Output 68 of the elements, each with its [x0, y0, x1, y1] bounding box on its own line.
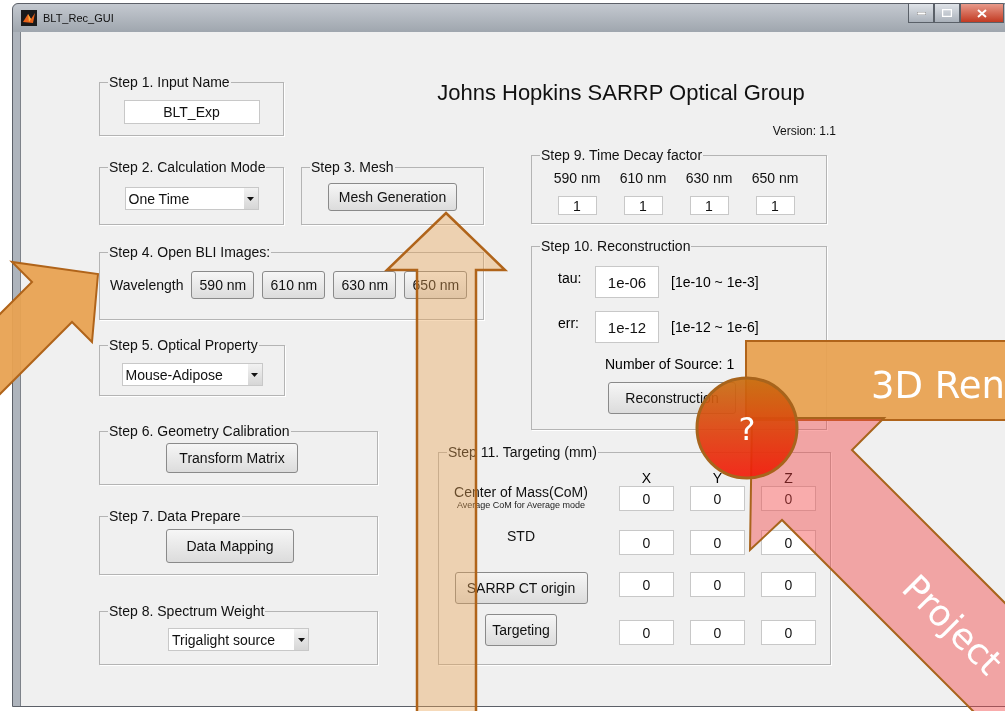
wavelength-button[interactable]: 590 nm	[191, 271, 255, 299]
axis-label: Z	[783, 470, 794, 486]
panel-title: Step 7. Data Prepare	[108, 508, 242, 524]
caret-icon	[247, 196, 254, 201]
wavelength-label: Wavelength	[110, 277, 184, 293]
wavelength-button[interactable]: 610 nm	[262, 271, 326, 299]
param-label: err:	[558, 315, 580, 331]
coordinate-field[interactable]: 0	[690, 620, 745, 645]
coordinate-field[interactable]: 0	[761, 620, 816, 645]
coordinate-field[interactable]: 0	[690, 572, 745, 597]
param-label: tau:	[558, 270, 583, 286]
name-field[interactable]: BLT_Exp	[123, 100, 260, 124]
panel-title: Step 3. Mesh	[310, 159, 395, 175]
coordinate-field[interactable]: 0	[619, 620, 674, 645]
decay-field[interactable]: 1	[755, 196, 795, 215]
coordinate-field[interactable]: 0	[619, 572, 674, 597]
mesh-button[interactable]: Mesh Generation	[328, 183, 457, 211]
dropdown[interactable]: Trigalight source	[168, 628, 309, 651]
axis-label: X	[640, 470, 653, 486]
decay-field[interactable]: 1	[557, 196, 597, 215]
decay-field[interactable]: 1	[689, 196, 729, 215]
range-text: [1e-12 ~ 1e-6]	[671, 319, 759, 335]
panel-title: Step 8. Spectrum Weight	[108, 603, 266, 619]
param-field[interactable]: 1e-06	[595, 266, 659, 298]
panel-title: Step 4. Open BLI Images:	[108, 244, 272, 260]
axis-label: Y	[711, 470, 724, 486]
app-icon	[21, 10, 37, 26]
coordinate-field[interactable]: 0	[761, 530, 816, 555]
wavelength-label: 630 nm	[685, 170, 733, 186]
wavelength-label: 610 nm	[619, 170, 667, 186]
coordinate-field[interactable]: 0	[690, 530, 745, 555]
badge-text: ?	[738, 410, 756, 448]
decay-field[interactable]: 1	[623, 196, 663, 215]
wavelength-label: 590 nm	[553, 170, 601, 186]
dropdown[interactable]: Mouse-Adipose	[121, 363, 263, 386]
coordinate-field[interactable]: 0	[761, 486, 816, 511]
maximize-button[interactable]	[934, 4, 960, 23]
coordinate-field[interactable]: 0	[761, 572, 816, 597]
caret-icon	[251, 372, 258, 377]
window-title: BLT_Rec_GUI	[43, 11, 114, 25]
range-text: [1e-10 ~ 1e-3]	[671, 274, 759, 290]
wavelength-label: 650 nm	[751, 170, 799, 186]
dropdown[interactable]: One Time	[124, 187, 259, 210]
panel-title: Step 2. Calculation Mode	[108, 159, 267, 175]
param-field[interactable]: 1e-12	[595, 311, 659, 343]
panel-title: Step 9. Time Decay factor	[540, 147, 704, 163]
caret-icon	[297, 637, 305, 642]
maximize-icon	[942, 9, 952, 17]
wavelength-button[interactable]: 630 nm	[333, 271, 397, 299]
panel-title: Step 5. Optical Property	[108, 337, 259, 353]
minimize-icon	[916, 11, 926, 15]
panel-title: Step 1. Input Name	[108, 74, 231, 90]
minimize-button[interactable]	[908, 4, 934, 23]
row-label: STD	[507, 528, 535, 544]
app-heading: Johns Hopkins SARRP Optical Group	[436, 80, 806, 106]
mapping-button[interactable]: Data Mapping	[166, 529, 294, 563]
close-button[interactable]	[960, 4, 1004, 23]
panel-title: Step 6. Geometry Calibration	[108, 423, 291, 439]
source-count: Number of Source: 1	[605, 356, 736, 372]
coordinate-field[interactable]: 0	[619, 530, 674, 555]
transform-button[interactable]: Transform Matrix	[166, 443, 298, 473]
panel-title: Step 10. Reconstruction	[540, 238, 692, 254]
coordinate-field[interactable]: 0	[690, 486, 745, 511]
version-text: Version: 1.1	[771, 124, 836, 138]
banner-text: 3D Ren	[871, 364, 1005, 407]
target-button[interactable]: Targeting	[485, 614, 557, 646]
close-icon	[977, 8, 987, 18]
coordinate-field[interactable]: 0	[619, 486, 674, 511]
